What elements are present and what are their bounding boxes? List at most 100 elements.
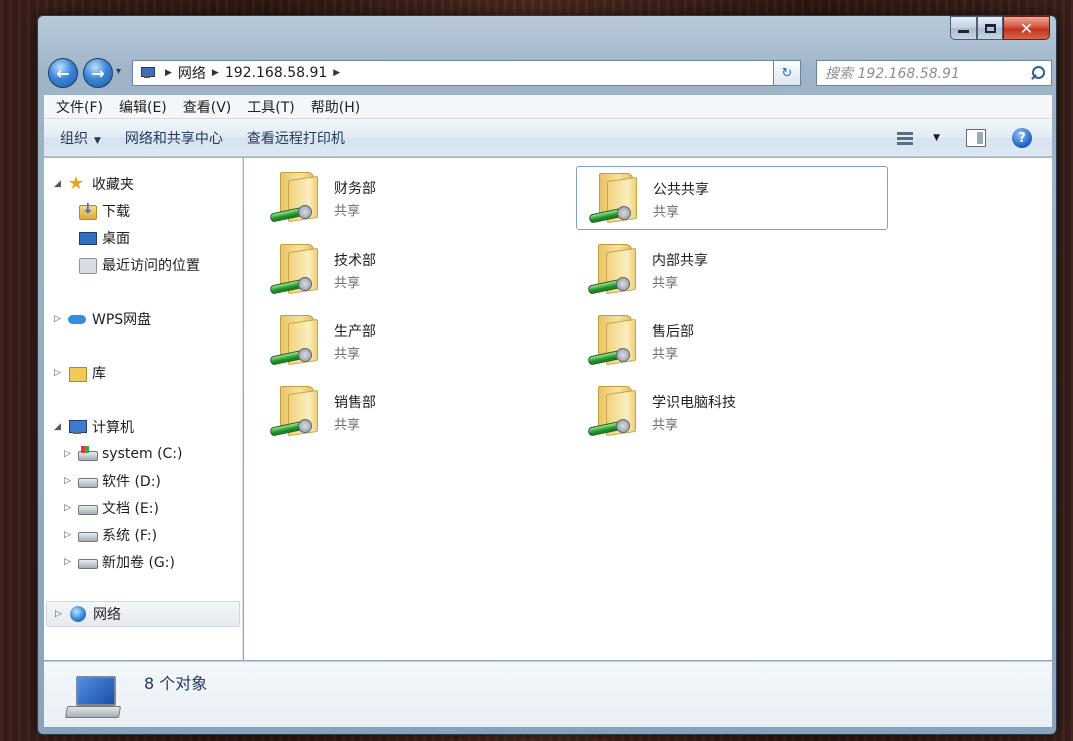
system-drive-icon — [78, 445, 98, 463]
menu-bar: 文件(F) 编辑(E) 查看(V) 工具(T) 帮助(H) — [44, 95, 1052, 119]
computer-icon — [64, 676, 124, 724]
sidebar-item-libraries[interactable]: ▷ 库 — [54, 361, 106, 385]
sidebar-item-label: 新加卷 (G:) — [102, 555, 175, 571]
change-view-icon[interactable] — [895, 130, 917, 146]
breadcrumb-separator-icon[interactable]: ▶ — [212, 68, 219, 78]
star-icon: ★ — [68, 173, 85, 194]
sidebar-item-computer[interactable]: ◢ 计算机 — [54, 415, 134, 439]
computer-icon — [68, 418, 87, 436]
share-item[interactable]: 财务部 共享 — [258, 166, 570, 230]
shared-folder-icon — [586, 244, 642, 296]
share-name: 内部共享 — [652, 253, 708, 269]
shared-folder-icon — [587, 173, 643, 225]
share-type: 共享 — [652, 276, 679, 291]
sidebar-item-label: 计算机 — [92, 420, 134, 436]
network-icon — [139, 66, 155, 80]
address-bar[interactable]: ▶ 网络 ▶ 192.168.58.91 ▶ ▼ — [132, 60, 800, 86]
share-item[interactable]: 学识电脑科技 共享 — [576, 380, 888, 444]
organize-button[interactable]: 组织 ▼ — [44, 128, 113, 148]
close-icon: ✕ — [1019, 18, 1034, 38]
share-type: 共享 — [334, 204, 361, 219]
breadcrumb-network[interactable]: 网络 — [178, 63, 206, 83]
sidebar-item-network[interactable]: ▷ 网络 — [46, 601, 240, 627]
breadcrumb-host[interactable]: 192.168.58.91 — [225, 65, 327, 81]
menu-view[interactable]: 查看(V) — [175, 95, 240, 119]
network-globe-icon — [69, 605, 87, 623]
network-sharing-center-button[interactable]: 网络和共享中心 — [113, 128, 235, 148]
sidebar-item-drive-d[interactable]: ▷ 软件 (D:) — [64, 469, 161, 493]
sidebar-item-drive-f[interactable]: ▷ 系统 (F:) — [64, 523, 157, 547]
chevron-down-icon: ▼ — [94, 135, 101, 146]
view-options-chevron-icon[interactable]: ▼ — [933, 133, 940, 143]
shared-folder-icon — [268, 172, 324, 224]
cloud-icon — [68, 310, 86, 328]
share-item[interactable]: 销售部 共享 — [258, 380, 570, 444]
expand-arrow-icon[interactable]: ▷ — [54, 368, 66, 378]
collapse-arrow-icon[interactable]: ◢ — [54, 422, 66, 432]
back-button[interactable]: ← — [48, 58, 78, 88]
search-icon[interactable] — [1029, 65, 1045, 81]
preview-pane-icon[interactable] — [966, 129, 986, 147]
sidebar-item-label: 文档 (E:) — [102, 501, 159, 517]
share-item[interactable]: 售后部 共享 — [576, 309, 888, 373]
share-type: 共享 — [334, 347, 361, 362]
menu-tools[interactable]: 工具(T) — [239, 95, 302, 119]
breadcrumb-separator-icon[interactable]: ▶ — [165, 68, 172, 78]
share-item[interactable]: 技术部 共享 — [258, 238, 570, 302]
explorer-window: ✕ ← → ▾ ▶ 网络 ▶ 192.168.58.91 ▶ ▼ ↻ 搜索 19… — [37, 15, 1057, 735]
share-type: 共享 — [652, 347, 679, 362]
menu-edit[interactable]: 编辑(E) — [111, 95, 175, 119]
sidebar-item-label: 库 — [92, 366, 106, 382]
share-name: 售后部 — [652, 324, 694, 340]
share-type: 共享 — [653, 205, 680, 220]
expand-arrow-icon[interactable]: ▷ — [64, 476, 76, 486]
expand-arrow-icon[interactable]: ▷ — [64, 530, 76, 540]
refresh-icon: ↻ — [781, 65, 793, 81]
sidebar-item-drive-g[interactable]: ▷ 新加卷 (G:) — [64, 550, 175, 574]
sidebar-item-label: 最近访问的位置 — [102, 258, 200, 274]
hard-drive-icon — [78, 472, 98, 490]
sidebar-item-desktop[interactable]: 桌面 — [78, 226, 130, 250]
expand-arrow-icon[interactable]: ▷ — [55, 609, 67, 619]
minimize-button[interactable] — [950, 16, 977, 40]
hard-drive-icon — [78, 553, 98, 571]
sidebar-item-label: 收藏夹 — [92, 177, 134, 193]
sidebar-item-drive-e[interactable]: ▷ 文档 (E:) — [64, 496, 159, 520]
sidebar-item-label: 系统 (F:) — [102, 528, 158, 544]
expand-arrow-icon[interactable]: ▷ — [64, 449, 76, 459]
recent-places-icon — [78, 256, 97, 274]
sidebar-item-drive-c[interactable]: ▷ system (C:) — [64, 442, 182, 466]
caption-buttons: ✕ — [950, 16, 1050, 42]
command-bar-right: ▼ ? — [895, 119, 1052, 157]
share-item[interactable]: 内部共享 共享 — [576, 238, 888, 302]
sidebar-item-favorites[interactable]: ◢ ★ 收藏夹 — [54, 172, 134, 196]
back-arrow-icon: ← — [56, 63, 70, 83]
forward-arrow-icon: → — [91, 63, 105, 83]
share-item[interactable]: 生产部 共享 — [258, 309, 570, 373]
recent-pages-dropdown[interactable]: ▾ — [116, 66, 121, 77]
share-name: 生产部 — [334, 324, 376, 340]
sidebar-item-downloads[interactable]: 下载 — [78, 199, 130, 223]
shared-folder-icon — [268, 244, 324, 296]
expand-arrow-icon[interactable]: ▷ — [54, 314, 66, 324]
sidebar-item-wps-cloud[interactable]: ▷ WPS网盘 — [54, 307, 151, 331]
share-item[interactable]: 公共共享 共享 — [576, 166, 888, 230]
refresh-button[interactable]: ↻ — [773, 60, 801, 86]
view-remote-printers-button[interactable]: 查看远程打印机 — [235, 128, 357, 148]
menu-help[interactable]: 帮助(H) — [303, 95, 368, 119]
help-icon[interactable]: ? — [1012, 128, 1032, 148]
breadcrumb-separator-icon[interactable]: ▶ — [333, 68, 340, 78]
shared-folder-icon — [268, 386, 324, 438]
close-button[interactable]: ✕ — [1003, 16, 1050, 40]
navigation-bar: ← → ▾ ▶ 网络 ▶ 192.168.58.91 ▶ ▼ ↻ 搜索 192.… — [46, 56, 1052, 88]
expand-arrow-icon[interactable]: ▷ — [64, 503, 76, 513]
menu-file[interactable]: 文件(F) — [48, 95, 111, 119]
downloads-folder-icon — [78, 201, 97, 220]
expand-arrow-icon[interactable]: ▷ — [64, 557, 76, 567]
share-name: 销售部 — [334, 395, 376, 411]
sidebar-item-recent-places[interactable]: 最近访问的位置 — [78, 253, 200, 277]
maximize-button[interactable] — [977, 16, 1003, 40]
collapse-arrow-icon[interactable]: ◢ — [54, 179, 66, 189]
forward-button[interactable]: → — [83, 58, 113, 88]
search-input[interactable]: 搜索 192.168.58.91 — [816, 60, 1052, 86]
